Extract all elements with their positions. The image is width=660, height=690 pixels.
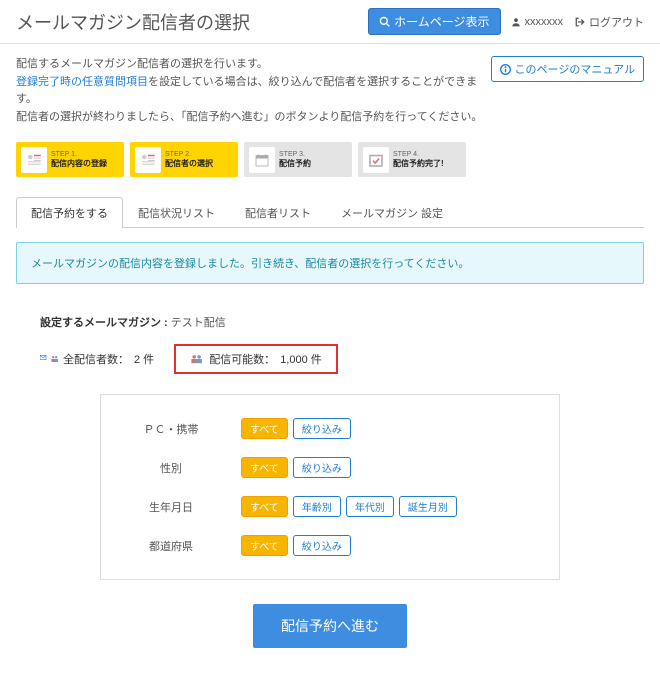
chip-narrow[interactable]: 絞り込み — [293, 535, 351, 556]
filter-label: 生年月日 — [101, 499, 241, 515]
filter-label: 性別 — [101, 460, 241, 476]
tab-subscribers[interactable]: 配信者リスト — [230, 197, 326, 228]
homepage-button[interactable]: ホームページ表示 — [368, 8, 500, 35]
filter-row-device: ＰＣ・携帯 すべて 絞り込み — [101, 409, 559, 448]
info-alert: メールマガジンの配信内容を登録しました。引き続き、配信者の選択を行ってください。 — [16, 242, 644, 284]
chip-byage[interactable]: 年齢別 — [293, 496, 341, 517]
search-icon — [379, 16, 390, 27]
proceed-wrap: 配信予約へ進む — [40, 604, 620, 648]
proceed-button[interactable]: 配信予約へ進む — [253, 604, 407, 648]
mail-people-icon: → — [40, 353, 58, 365]
filter-row-prefecture: 都道府県 すべて 絞り込み — [101, 526, 559, 565]
desc-line2: 登録完了時の任意質問項目を設定している場合は、絞り込んで配信者を選択することがで… — [16, 74, 491, 109]
desc-line3: 配信者の選択が終わりましたら、「配信予約へ進む」のボタンより配信予約を行ってくだ… — [16, 109, 491, 127]
desc-line1: 配信するメールマガジン配信者の選択を行います。 — [16, 56, 491, 74]
step-people-icon — [135, 147, 161, 173]
content: 配信するメールマガジン配信者の選択を行います。 登録完了時の任意質問項目を設定し… — [0, 44, 660, 690]
tab-settings[interactable]: メールマガジン 設定 — [326, 197, 458, 228]
step-indicator: STEP 1. 配信内容の登録 STEP 2. 配信者の選択 STEP 3. 配… — [16, 142, 644, 177]
top-row: 配信するメールマガジン配信者の選択を行います。 登録完了時の任意質問項目を設定し… — [16, 56, 644, 126]
chip-bymonth[interactable]: 誕生月別 — [399, 496, 457, 517]
capacity-label: 配信可能数： — [209, 351, 275, 367]
user-link[interactable]: xxxxxxx — [511, 16, 564, 28]
chip-byera[interactable]: 年代別 — [346, 496, 394, 517]
counts-row: → 全配信者数： 2 件 配信可能数： 1,000 件 — [40, 344, 620, 374]
total-count: → 全配信者数： 2 件 — [40, 351, 154, 367]
mailmag-line: 設定するメールマガジン : テスト配信 — [40, 314, 620, 330]
tab-reserve[interactable]: 配信予約をする — [16, 197, 123, 228]
step-label: STEP 1. — [51, 151, 107, 159]
user-icon — [511, 17, 521, 27]
page-header: メールマガジン配信者の選択 ホームページ表示 xxxxxxx ログアウト — [0, 0, 660, 44]
logout-link[interactable]: ログアウト — [575, 14, 644, 30]
filter-box: ＰＣ・携帯 すべて 絞り込み 性別 すべて 絞り込み 生年月日 すべて 年齢別 … — [100, 394, 560, 580]
logout-icon — [575, 17, 585, 27]
step-title: 配信者の選択 — [165, 159, 213, 169]
step-doc-icon — [21, 147, 47, 173]
main-section: 設定するメールマガジン : テスト配信 → 全配信者数： 2 件 配信可能数： 1,… — [16, 314, 644, 648]
mailmag-label: 設定するメールマガジン — [40, 317, 161, 329]
chip-all[interactable]: すべて — [241, 457, 288, 478]
people-icon — [190, 354, 204, 364]
step-title: 配信内容の登録 — [51, 159, 107, 169]
total-value: 2 件 — [134, 351, 154, 367]
manual-button-label: このページのマニュアル — [515, 61, 635, 77]
capacity-count: 配信可能数： 1,000 件 — [174, 344, 338, 374]
step-label: STEP 3. — [279, 151, 311, 159]
step-check-icon — [363, 147, 389, 173]
chip-narrow[interactable]: 絞り込み — [293, 418, 351, 439]
user-area: xxxxxxx ログアウト — [511, 14, 645, 30]
tab-status[interactable]: 配信状況リスト — [123, 197, 230, 228]
mailmag-value: テスト配信 — [171, 317, 226, 329]
manual-button[interactable]: このページのマニュアル — [491, 56, 644, 82]
username: xxxxxxx — [525, 16, 564, 28]
step-calendar-icon — [249, 147, 275, 173]
chip-narrow[interactable]: 絞り込み — [293, 457, 351, 478]
info-icon — [500, 64, 511, 75]
step-3: STEP 3. 配信予約 — [244, 142, 352, 177]
step-label: STEP 2. — [165, 151, 213, 159]
svg-text:→: → — [47, 357, 52, 362]
total-label: 全配信者数： — [63, 351, 129, 367]
filter-label: ＰＣ・携帯 — [101, 421, 241, 437]
chip-all[interactable]: すべて — [241, 535, 288, 556]
chip-all[interactable]: すべて — [241, 496, 288, 517]
page-title: メールマガジン配信者の選択 — [16, 9, 368, 35]
filter-row-gender: 性別 すべて 絞り込み — [101, 448, 559, 487]
logout-label: ログアウト — [589, 14, 644, 30]
homepage-button-label: ホームページ表示 — [394, 13, 489, 30]
step-title: 配信予約完了! — [393, 159, 444, 169]
tabs: 配信予約をする 配信状況リスト 配信者リスト メールマガジン 設定 — [16, 197, 644, 228]
description: 配信するメールマガジン配信者の選択を行います。 登録完了時の任意質問項目を設定し… — [16, 56, 491, 126]
step-2: STEP 2. 配信者の選択 — [130, 142, 238, 177]
step-4: STEP 4. 配信予約完了! — [358, 142, 466, 177]
filter-row-birth: 生年月日 すべて 年齢別 年代別 誕生月別 — [101, 487, 559, 526]
optional-question-link[interactable]: 登録完了時の任意質問項目 — [16, 76, 148, 88]
step-1: STEP 1. 配信内容の登録 — [16, 142, 124, 177]
filter-label: 都道府県 — [101, 538, 241, 554]
step-title: 配信予約 — [279, 159, 311, 169]
chip-all[interactable]: すべて — [241, 418, 288, 439]
step-label: STEP 4. — [393, 151, 444, 159]
capacity-value: 1,000 件 — [280, 351, 322, 367]
